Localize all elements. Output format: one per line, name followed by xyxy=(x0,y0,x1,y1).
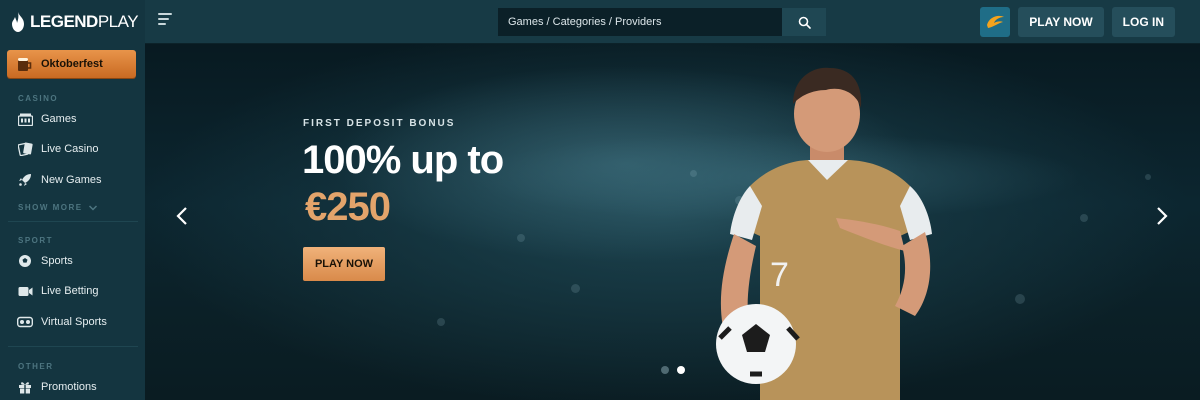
sidebar-divider xyxy=(8,221,138,222)
promo-badge-icon xyxy=(987,15,1005,28)
sidebar-item-virtual-sports[interactable]: Virtual Sports xyxy=(17,312,107,332)
gift-icon xyxy=(17,380,33,394)
logo-secondary: PLAY xyxy=(97,12,139,31)
search-bar xyxy=(498,8,826,36)
sidebar-divider xyxy=(8,346,138,347)
sidebar-item-label: Live Casino xyxy=(41,143,99,155)
header-play-now-button[interactable]: PLAY NOW xyxy=(1018,7,1104,37)
hero-headline: 100% up to xyxy=(302,138,504,182)
bokeh-light xyxy=(1145,174,1151,180)
video-camera-icon xyxy=(17,284,33,298)
slot-machine-icon xyxy=(17,112,33,126)
sidebar-item-label: Live Betting xyxy=(41,285,99,297)
app-root: LEGENDPLAY PLAY NOW LOG IN xyxy=(0,0,1200,400)
sidebar-item-label: Promotions xyxy=(41,381,97,393)
section-title-other: OTHER xyxy=(18,362,54,371)
vr-headset-icon xyxy=(17,315,33,329)
soccer-ball-icon xyxy=(17,254,33,268)
jersey-number: 7 xyxy=(770,256,789,294)
header-actions: PLAY NOW LOG IN xyxy=(980,7,1175,37)
chevron-left-icon xyxy=(176,207,187,225)
carousel-next-button[interactable] xyxy=(1150,202,1174,230)
sidebar-item-new-games[interactable]: New Games xyxy=(17,170,102,190)
show-more-label: SHOW MORE xyxy=(18,203,83,212)
hero-eyebrow: FIRST DEPOSIT BONUS xyxy=(303,118,456,129)
sidebar-item-label: Sports xyxy=(41,255,73,267)
section-title-casino: CASINO xyxy=(18,94,59,103)
hero-banner: FIRST DEPOSIT BONUS 100% up to €250 PLAY… xyxy=(145,44,1200,400)
logo-primary: LEGEND xyxy=(30,12,98,31)
featured-promo-button[interactable]: Oktoberfest xyxy=(7,50,136,78)
brand-logo[interactable]: LEGENDPLAY xyxy=(0,0,145,44)
search-icon xyxy=(798,16,811,29)
sidebar-item-games[interactable]: Games xyxy=(17,109,76,129)
sidebar-item-label: New Games xyxy=(41,174,102,186)
log-in-button[interactable]: LOG IN xyxy=(1111,7,1175,37)
carousel-dot[interactable] xyxy=(661,366,669,374)
bokeh-light xyxy=(437,318,445,326)
bokeh-light xyxy=(517,234,525,242)
chevron-right-icon xyxy=(1157,207,1168,225)
football-player-illustration: 7 xyxy=(716,67,932,400)
search-input[interactable] xyxy=(498,8,782,36)
show-more-link[interactable]: SHOW MORE xyxy=(18,203,98,212)
section-title-sport: SPORT xyxy=(18,236,54,245)
beer-mug-icon xyxy=(18,57,32,71)
bokeh-light xyxy=(1015,294,1025,304)
playing-cards-icon xyxy=(17,142,33,156)
sidebar: Oktoberfest CASINO Games Live Casino New… xyxy=(0,44,145,400)
carousel-dot-active[interactable] xyxy=(677,366,685,374)
top-header: LEGENDPLAY PLAY NOW LOG IN xyxy=(0,0,1200,44)
bokeh-light xyxy=(571,284,580,293)
sidebar-item-live-betting[interactable]: Live Betting xyxy=(17,281,98,301)
carousel-prev-button[interactable] xyxy=(170,202,194,230)
sidebar-item-label: Games xyxy=(41,113,77,125)
sidebar-item-label: Virtual Sports xyxy=(41,316,107,328)
logo-wordmark: LEGENDPLAY xyxy=(30,12,139,32)
carousel-pagination xyxy=(661,366,685,374)
hero-play-now-button[interactable]: PLAY NOW xyxy=(303,247,385,281)
menu-toggle-icon[interactable] xyxy=(158,13,178,31)
sidebar-item-live-casino[interactable]: Live Casino xyxy=(17,139,98,159)
flame-icon xyxy=(12,12,24,32)
rocket-icon xyxy=(17,173,33,187)
bokeh-light xyxy=(1080,214,1088,222)
search-button[interactable] xyxy=(782,8,826,36)
hero-bonus-amount: €250 xyxy=(305,185,391,229)
sidebar-item-sports[interactable]: Sports xyxy=(17,251,73,271)
chevron-down-icon xyxy=(88,204,97,211)
sidebar-item-promotions[interactable]: Promotions xyxy=(17,377,97,397)
promo-badge-button[interactable] xyxy=(980,7,1011,37)
featured-promo-label: Oktoberfest xyxy=(41,58,103,70)
